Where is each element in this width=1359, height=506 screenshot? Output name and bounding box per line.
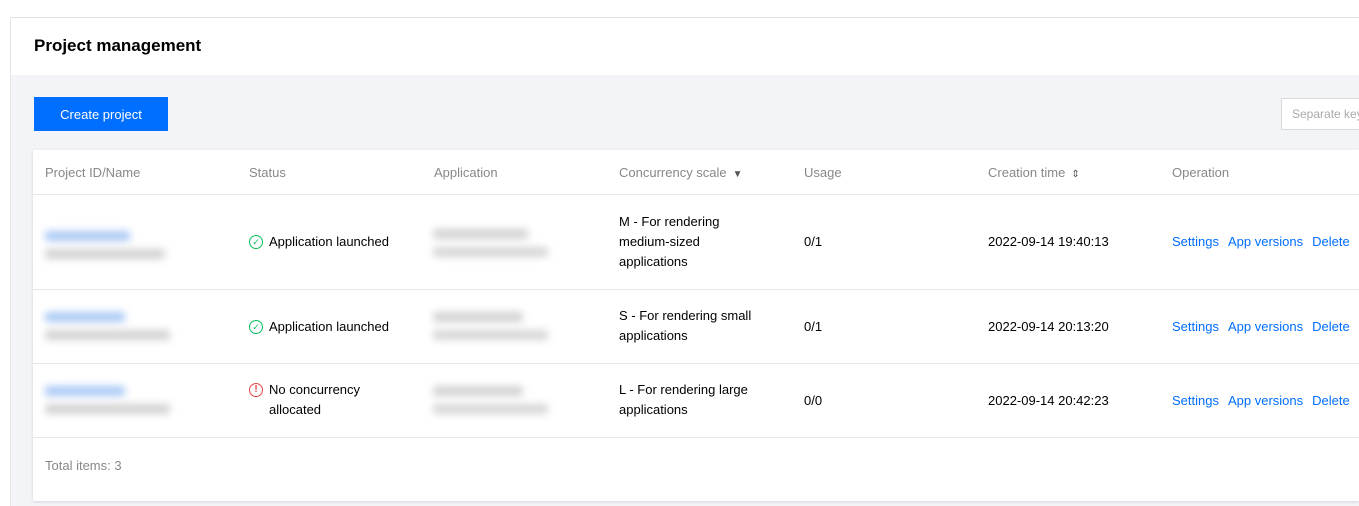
column-header-status: Status xyxy=(249,165,286,180)
usage-cell: 0/1 xyxy=(804,319,823,334)
usage-cell: 0/0 xyxy=(804,393,823,408)
column-header-operation: Operation xyxy=(1172,165,1230,180)
app-versions-link[interactable]: App versions xyxy=(1228,393,1303,408)
project-name-redacted xyxy=(45,249,165,259)
operation-cell: Settings App versions Delete xyxy=(1172,319,1359,334)
page-header: Project management xyxy=(11,18,1359,75)
column-header-application: Application xyxy=(434,165,498,180)
column-header-usage: Usage xyxy=(804,165,842,180)
creation-time-cell: 2022-09-14 20:42:23 xyxy=(988,393,1109,408)
project-id-redacted xyxy=(45,231,130,241)
status-cell: ✓ Application launched xyxy=(249,317,389,337)
total-items-label: Total items: xyxy=(45,458,111,473)
application-redacted xyxy=(433,247,548,257)
total-items: Total items: 3 xyxy=(45,458,122,473)
project-name-redacted xyxy=(45,330,170,340)
creation-time-cell: 2022-09-14 20:13:20 xyxy=(988,319,1109,334)
application-redacted xyxy=(433,312,523,322)
column-header-project: Project ID/Name xyxy=(45,165,141,180)
filter-icon[interactable]: ▼ xyxy=(733,169,743,180)
main-content: Create project Project ID/Name Status Ap… xyxy=(11,75,1359,506)
table-row: ✓ Application launched M - For rendering… xyxy=(33,195,1359,290)
app-versions-link[interactable]: App versions xyxy=(1228,319,1303,334)
project-name-redacted xyxy=(45,404,170,414)
status-cell: ✓ Application launched xyxy=(249,232,389,252)
project-id-redacted xyxy=(45,312,125,322)
concurrency-cell: L - For rendering large applications xyxy=(619,382,748,417)
check-circle-icon: ✓ xyxy=(249,235,263,249)
settings-link[interactable]: Settings xyxy=(1172,234,1219,249)
warning-circle-icon: ! xyxy=(249,383,263,397)
usage-cell: 0/1 xyxy=(804,234,823,249)
sort-icon[interactable]: ⇕ xyxy=(1071,169,1079,180)
table-row: ✓ Application launched S - For rendering… xyxy=(33,290,1359,364)
application-redacted xyxy=(433,330,548,340)
application-redacted xyxy=(433,229,528,239)
application-redacted xyxy=(433,404,548,414)
concurrency-cell: M - For rendering medium-sized applicati… xyxy=(619,214,720,269)
operation-cell: Settings App versions Delete xyxy=(1172,393,1359,408)
application-redacted xyxy=(433,386,523,396)
delete-link[interactable]: Delete xyxy=(1312,319,1350,334)
settings-link[interactable]: Settings xyxy=(1172,319,1219,334)
status-cell: ! No concurrency allocated xyxy=(249,380,409,420)
column-header-concurrency: Concurrency scale ▼ xyxy=(619,165,743,180)
table-header: Project ID/Name Status Application Concu… xyxy=(33,150,1359,195)
create-project-button[interactable]: Create project xyxy=(34,97,168,131)
project-table: Project ID/Name Status Application Concu… xyxy=(33,150,1359,501)
search-input[interactable] xyxy=(1281,98,1359,130)
table-row: ! No concurrency allocated L - For rende… xyxy=(33,364,1359,438)
total-items-count: 3 xyxy=(114,458,122,473)
column-header-creation-time: Creation time ⇕ xyxy=(988,165,1080,180)
delete-link[interactable]: Delete xyxy=(1312,393,1350,408)
settings-link[interactable]: Settings xyxy=(1172,393,1219,408)
operation-cell: Settings App versions Delete xyxy=(1172,234,1359,249)
concurrency-cell: S - For rendering small applications xyxy=(619,308,752,343)
app-versions-link[interactable]: App versions xyxy=(1228,234,1303,249)
check-circle-icon: ✓ xyxy=(249,320,263,334)
project-id-redacted xyxy=(45,386,125,396)
creation-time-cell: 2022-09-14 19:40:13 xyxy=(988,234,1109,249)
delete-link[interactable]: Delete xyxy=(1312,234,1350,249)
page-title: Project management xyxy=(34,36,202,55)
